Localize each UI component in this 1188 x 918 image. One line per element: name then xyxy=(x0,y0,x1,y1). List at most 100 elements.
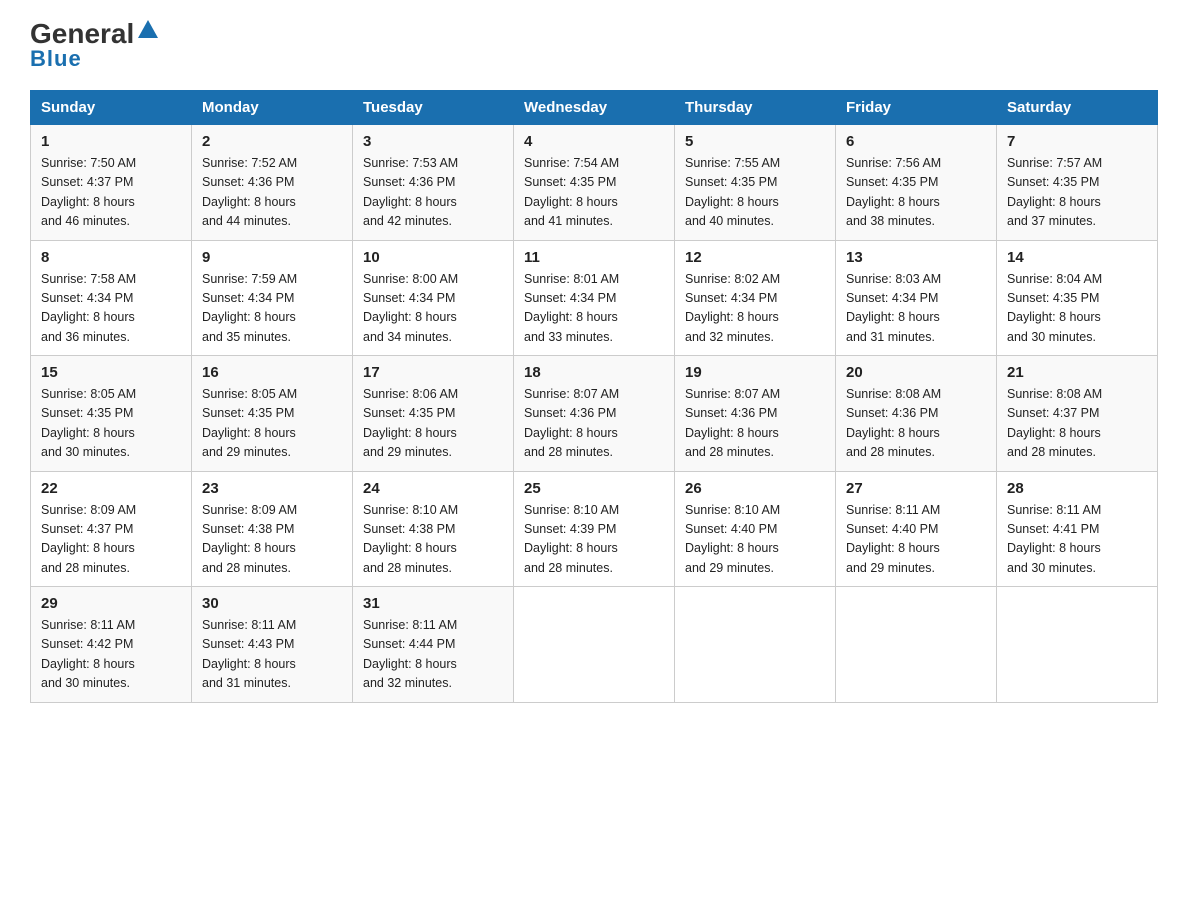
calendar-week-row: 22 Sunrise: 8:09 AM Sunset: 4:37 PM Dayl… xyxy=(31,471,1158,587)
day-number: 27 xyxy=(846,480,986,497)
day-info: Sunrise: 8:02 AM Sunset: 4:34 PM Dayligh… xyxy=(685,270,825,348)
day-info: Sunrise: 8:11 AM Sunset: 4:42 PM Dayligh… xyxy=(41,616,181,694)
calendar-cell xyxy=(836,587,997,703)
calendar-cell: 31 Sunrise: 8:11 AM Sunset: 4:44 PM Dayl… xyxy=(353,587,514,703)
day-info: Sunrise: 8:03 AM Sunset: 4:34 PM Dayligh… xyxy=(846,270,986,348)
day-number: 9 xyxy=(202,249,342,266)
day-number: 18 xyxy=(524,364,664,381)
day-info: Sunrise: 7:55 AM Sunset: 4:35 PM Dayligh… xyxy=(685,154,825,232)
day-info: Sunrise: 7:53 AM Sunset: 4:36 PM Dayligh… xyxy=(363,154,503,232)
day-info: Sunrise: 7:52 AM Sunset: 4:36 PM Dayligh… xyxy=(202,154,342,232)
day-info: Sunrise: 8:00 AM Sunset: 4:34 PM Dayligh… xyxy=(363,270,503,348)
day-number: 19 xyxy=(685,364,825,381)
day-number: 28 xyxy=(1007,480,1147,497)
day-info: Sunrise: 8:05 AM Sunset: 4:35 PM Dayligh… xyxy=(41,385,181,463)
calendar-cell: 30 Sunrise: 8:11 AM Sunset: 4:43 PM Dayl… xyxy=(192,587,353,703)
calendar-week-row: 15 Sunrise: 8:05 AM Sunset: 4:35 PM Dayl… xyxy=(31,356,1158,472)
day-number: 14 xyxy=(1007,249,1147,266)
day-number: 10 xyxy=(363,249,503,266)
day-info: Sunrise: 8:06 AM Sunset: 4:35 PM Dayligh… xyxy=(363,385,503,463)
day-number: 23 xyxy=(202,480,342,497)
calendar-cell: 21 Sunrise: 8:08 AM Sunset: 4:37 PM Dayl… xyxy=(997,356,1158,472)
day-info: Sunrise: 8:01 AM Sunset: 4:34 PM Dayligh… xyxy=(524,270,664,348)
day-number: 13 xyxy=(846,249,986,266)
day-info: Sunrise: 8:05 AM Sunset: 4:35 PM Dayligh… xyxy=(202,385,342,463)
calendar-cell: 10 Sunrise: 8:00 AM Sunset: 4:34 PM Dayl… xyxy=(353,240,514,356)
day-number: 6 xyxy=(846,133,986,150)
header-tuesday: Tuesday xyxy=(353,91,514,125)
calendar-cell xyxy=(997,587,1158,703)
calendar-cell: 15 Sunrise: 8:05 AM Sunset: 4:35 PM Dayl… xyxy=(31,356,192,472)
calendar-cell: 5 Sunrise: 7:55 AM Sunset: 4:35 PM Dayli… xyxy=(675,125,836,241)
day-info: Sunrise: 8:10 AM Sunset: 4:40 PM Dayligh… xyxy=(685,501,825,579)
day-number: 21 xyxy=(1007,364,1147,381)
day-number: 4 xyxy=(524,133,664,150)
day-info: Sunrise: 8:11 AM Sunset: 4:41 PM Dayligh… xyxy=(1007,501,1147,579)
day-number: 24 xyxy=(363,480,503,497)
day-number: 3 xyxy=(363,133,503,150)
day-info: Sunrise: 7:58 AM Sunset: 4:34 PM Dayligh… xyxy=(41,270,181,348)
calendar-cell: 23 Sunrise: 8:09 AM Sunset: 4:38 PM Dayl… xyxy=(192,471,353,587)
calendar-cell: 3 Sunrise: 7:53 AM Sunset: 4:36 PM Dayli… xyxy=(353,125,514,241)
calendar-cell: 26 Sunrise: 8:10 AM Sunset: 4:40 PM Dayl… xyxy=(675,471,836,587)
header-thursday: Thursday xyxy=(675,91,836,125)
day-number: 11 xyxy=(524,249,664,266)
day-number: 8 xyxy=(41,249,181,266)
day-number: 30 xyxy=(202,595,342,612)
calendar-cell: 4 Sunrise: 7:54 AM Sunset: 4:35 PM Dayli… xyxy=(514,125,675,241)
calendar-cell: 24 Sunrise: 8:10 AM Sunset: 4:38 PM Dayl… xyxy=(353,471,514,587)
calendar-cell: 29 Sunrise: 8:11 AM Sunset: 4:42 PM Dayl… xyxy=(31,587,192,703)
day-info: Sunrise: 8:07 AM Sunset: 4:36 PM Dayligh… xyxy=(685,385,825,463)
day-info: Sunrise: 7:57 AM Sunset: 4:35 PM Dayligh… xyxy=(1007,154,1147,232)
calendar-cell xyxy=(675,587,836,703)
logo-general: General xyxy=(30,20,134,48)
day-info: Sunrise: 8:07 AM Sunset: 4:36 PM Dayligh… xyxy=(524,385,664,463)
calendar-cell: 25 Sunrise: 8:10 AM Sunset: 4:39 PM Dayl… xyxy=(514,471,675,587)
day-number: 17 xyxy=(363,364,503,381)
day-number: 15 xyxy=(41,364,181,381)
day-info: Sunrise: 8:11 AM Sunset: 4:40 PM Dayligh… xyxy=(846,501,986,579)
day-number: 31 xyxy=(363,595,503,612)
calendar-cell: 9 Sunrise: 7:59 AM Sunset: 4:34 PM Dayli… xyxy=(192,240,353,356)
calendar-cell: 13 Sunrise: 8:03 AM Sunset: 4:34 PM Dayl… xyxy=(836,240,997,356)
logo-triangle-icon xyxy=(136,18,160,42)
day-number: 12 xyxy=(685,249,825,266)
day-info: Sunrise: 8:11 AM Sunset: 4:43 PM Dayligh… xyxy=(202,616,342,694)
day-number: 7 xyxy=(1007,133,1147,150)
calendar-cell: 8 Sunrise: 7:58 AM Sunset: 4:34 PM Dayli… xyxy=(31,240,192,356)
calendar-cell: 12 Sunrise: 8:02 AM Sunset: 4:34 PM Dayl… xyxy=(675,240,836,356)
day-info: Sunrise: 8:10 AM Sunset: 4:38 PM Dayligh… xyxy=(363,501,503,579)
day-info: Sunrise: 8:04 AM Sunset: 4:35 PM Dayligh… xyxy=(1007,270,1147,348)
logo-blue: Blue xyxy=(30,46,82,72)
calendar-cell: 1 Sunrise: 7:50 AM Sunset: 4:37 PM Dayli… xyxy=(31,125,192,241)
day-number: 20 xyxy=(846,364,986,381)
calendar-week-row: 1 Sunrise: 7:50 AM Sunset: 4:37 PM Dayli… xyxy=(31,125,1158,241)
calendar-cell: 27 Sunrise: 8:11 AM Sunset: 4:40 PM Dayl… xyxy=(836,471,997,587)
calendar-cell: 17 Sunrise: 8:06 AM Sunset: 4:35 PM Dayl… xyxy=(353,356,514,472)
calendar-cell: 28 Sunrise: 8:11 AM Sunset: 4:41 PM Dayl… xyxy=(997,471,1158,587)
day-number: 26 xyxy=(685,480,825,497)
calendar-cell: 18 Sunrise: 8:07 AM Sunset: 4:36 PM Dayl… xyxy=(514,356,675,472)
day-number: 5 xyxy=(685,133,825,150)
calendar-week-row: 29 Sunrise: 8:11 AM Sunset: 4:42 PM Dayl… xyxy=(31,587,1158,703)
calendar-cell: 20 Sunrise: 8:08 AM Sunset: 4:36 PM Dayl… xyxy=(836,356,997,472)
calendar-cell: 14 Sunrise: 8:04 AM Sunset: 4:35 PM Dayl… xyxy=(997,240,1158,356)
day-info: Sunrise: 7:59 AM Sunset: 4:34 PM Dayligh… xyxy=(202,270,342,348)
header-friday: Friday xyxy=(836,91,997,125)
calendar-table: SundayMondayTuesdayWednesdayThursdayFrid… xyxy=(30,90,1158,703)
calendar-cell: 2 Sunrise: 7:52 AM Sunset: 4:36 PM Dayli… xyxy=(192,125,353,241)
calendar-header-row: SundayMondayTuesdayWednesdayThursdayFrid… xyxy=(31,91,1158,125)
header-monday: Monday xyxy=(192,91,353,125)
day-info: Sunrise: 8:09 AM Sunset: 4:37 PM Dayligh… xyxy=(41,501,181,579)
header-saturday: Saturday xyxy=(997,91,1158,125)
header-wednesday: Wednesday xyxy=(514,91,675,125)
calendar-cell xyxy=(514,587,675,703)
day-info: Sunrise: 7:54 AM Sunset: 4:35 PM Dayligh… xyxy=(524,154,664,232)
calendar-cell: 22 Sunrise: 8:09 AM Sunset: 4:37 PM Dayl… xyxy=(31,471,192,587)
day-number: 16 xyxy=(202,364,342,381)
day-info: Sunrise: 8:08 AM Sunset: 4:36 PM Dayligh… xyxy=(846,385,986,463)
day-info: Sunrise: 8:11 AM Sunset: 4:44 PM Dayligh… xyxy=(363,616,503,694)
header-sunday: Sunday xyxy=(31,91,192,125)
day-info: Sunrise: 8:08 AM Sunset: 4:37 PM Dayligh… xyxy=(1007,385,1147,463)
day-info: Sunrise: 8:10 AM Sunset: 4:39 PM Dayligh… xyxy=(524,501,664,579)
